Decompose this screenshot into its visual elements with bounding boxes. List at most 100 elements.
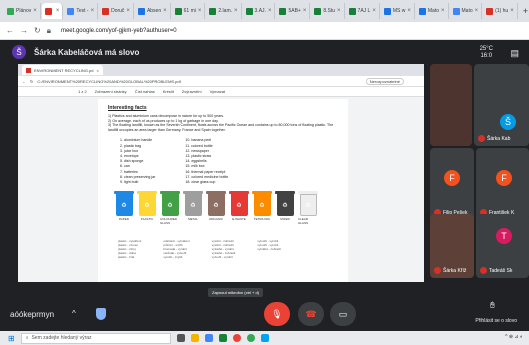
browser-tab[interactable]: Doruč × [99, 3, 134, 19]
bin-label: METAL [188, 217, 198, 222]
file-explorer-icon[interactable] [190, 334, 199, 342]
pdf-icon [26, 67, 31, 73]
camera-button[interactable]: ▭ [330, 302, 356, 326]
tab-favicon-icon [102, 7, 110, 15]
new-tab-button[interactable]: + [523, 6, 528, 16]
browser-tab[interactable]: × [41, 3, 64, 19]
close-icon[interactable]: × [234, 8, 238, 14]
inner-tab[interactable]: ENVIRONMENT RECYCLING.pd × [22, 65, 103, 75]
search-icon: ⌕ [25, 335, 29, 341]
reload-icon[interactable]: ↻ [34, 26, 41, 35]
participant-tile[interactable]: F František K [476, 148, 529, 220]
inner-address-bar: ← ↻ C:/ENVIRONMENT%20RECYCLING%20AND%20G… [18, 76, 424, 87]
chrome-icon[interactable] [232, 334, 241, 342]
bin-label: CLEAR GLASS [298, 217, 309, 226]
close-icon[interactable]: × [407, 8, 411, 14]
mic-off-icon [434, 267, 441, 274]
taskbar-search[interactable]: ⌕ Sem zadejte hledaný výraz [20, 332, 171, 344]
item-lists: 1. aluminium handle 2. plastic bag 3. juic… [108, 138, 338, 185]
reload-icon[interactable]: ↻ [30, 79, 33, 84]
close-icon[interactable]: × [97, 68, 99, 73]
windows-start-icon[interactable]: ⊞ [8, 334, 15, 343]
participant-tile[interactable]: Š Šárka Kab [474, 64, 529, 146]
close-icon[interactable]: × [198, 8, 202, 14]
recycle-icon: ♻ [167, 202, 173, 209]
layout-icon[interactable]: ▤ [510, 48, 519, 59]
explorer-icon[interactable] [204, 334, 213, 342]
bin-label: ORGANIC [208, 217, 223, 222]
windows-taskbar: ⊞ ⌕ Sem zadejte hledaný výraz ^ ⊕ ⊿ ◐ [0, 331, 529, 345]
chevron-up-icon[interactable]: ^ [72, 309, 76, 318]
app-icon[interactable] [260, 334, 269, 342]
tab-favicon-icon [383, 7, 391, 15]
back-icon[interactable]: ← [22, 79, 26, 84]
tab-favicon-icon [314, 7, 322, 15]
close-icon[interactable]: × [56, 8, 60, 14]
bin-label: COLOURED GLASS [160, 217, 178, 226]
inner-search[interactable]: Nerozpoznatelné [365, 77, 404, 85]
pdf-toolbar-item[interactable]: Kreslit [163, 89, 174, 94]
mic-button[interactable]: 🎙︎ [264, 302, 290, 326]
browser-tab-label: Absen [146, 8, 162, 14]
chrome-icon-2[interactable] [246, 334, 255, 342]
close-icon[interactable]: × [303, 8, 307, 14]
close-icon[interactable]: × [510, 8, 514, 14]
close-icon[interactable]: × [163, 8, 167, 14]
close-icon[interactable]: × [475, 8, 479, 14]
self-video-tile [430, 64, 472, 146]
back-icon[interactable]: ← [6, 26, 14, 35]
browser-tab[interactable]: 8.Stu × [311, 3, 345, 19]
browser-tab[interactable]: Mato × [450, 3, 483, 19]
pdf-toolbar-item[interactable]: Vymazat [210, 89, 225, 94]
browser-tab[interactable]: Mato × [416, 3, 449, 19]
browser-tab[interactable]: (1) hu × [483, 3, 518, 19]
pdf-toolbar-item[interactable]: Zvýraznění [182, 89, 202, 94]
tab-favicon-icon [418, 7, 426, 15]
raise-hand-label[interactable]: Přihlásit se o slovo [475, 318, 517, 324]
browser-tab[interactable]: 3.AJ. × [243, 3, 276, 19]
browser-tab[interactable]: 2.lam. × [206, 3, 242, 19]
browser-tab[interactable]: 5AB+ × [276, 3, 311, 19]
tab-favicon-icon [245, 7, 253, 15]
leave-call-button[interactable]: ☎︎ [298, 302, 324, 326]
close-icon[interactable]: × [337, 8, 341, 14]
browser-tab[interactable]: Plánov × [4, 3, 41, 19]
participant-tile[interactable]: F Filip Pešek [430, 148, 474, 220]
participant-tile[interactable]: T Tadeáš Sk [476, 214, 529, 278]
info-bottom: 16:0 [480, 53, 493, 59]
browser-tab[interactable]: Absen × [135, 3, 171, 19]
close-icon[interactable]: × [91, 8, 95, 14]
close-icon[interactable]: × [372, 8, 376, 14]
bin-body: ♻ [161, 194, 179, 217]
browser-tab[interactable]: 61 mi × [172, 3, 206, 19]
raise-hand-icon[interactable]: ✋︎ [490, 300, 495, 311]
shield-icon[interactable] [96, 308, 106, 320]
hangup-icon: ☎︎ [305, 308, 317, 319]
tab-favicon-icon [174, 7, 182, 15]
close-icon[interactable]: × [126, 8, 130, 14]
participant-tile[interactable]: Šárka Kříž [430, 214, 474, 278]
recycle-icon: ♻ [282, 202, 288, 209]
close-icon[interactable]: × [268, 8, 272, 14]
excel-icon[interactable] [218, 334, 227, 342]
inner-url[interactable]: C:/ENVIRONMENT%20RECYCLING%20AND%20GLOBA… [37, 79, 180, 84]
url-field[interactable]: meet.google.com/yof-gjkm-yeb?authuser=0 [61, 28, 177, 34]
list-item: 9. light bulb [120, 180, 139, 184]
close-icon[interactable]: × [441, 8, 445, 14]
pdf-toolbar-item[interactable]: Zobrazení stránky [95, 89, 127, 94]
close-icon[interactable]: × [33, 8, 37, 14]
bin-body: ♻ [138, 194, 156, 217]
bin-body: ♻ [184, 194, 202, 217]
browser-tab[interactable]: 7AJ L × [346, 3, 380, 19]
page-indicator: 1 z 2 [78, 89, 87, 94]
browser-tab-label: (1) hu [495, 8, 509, 14]
browser-tab[interactable]: MS w × [381, 3, 415, 19]
participant-avatar: T [496, 228, 512, 244]
task-view-icon[interactable] [176, 334, 185, 342]
browser-tab-strip: Plánov × × Test - × Doruč × Absen × 61 mi × 2.lam. ×… [0, 0, 529, 22]
bin-label: TETRA PAK [253, 217, 271, 222]
browser-tab-label: Doruč [111, 8, 125, 14]
pdf-toolbar-item[interactable]: Číst nahlas [135, 89, 155, 94]
forward-icon[interactable]: → [20, 26, 28, 35]
browser-tab[interactable]: Test - × [64, 3, 99, 19]
